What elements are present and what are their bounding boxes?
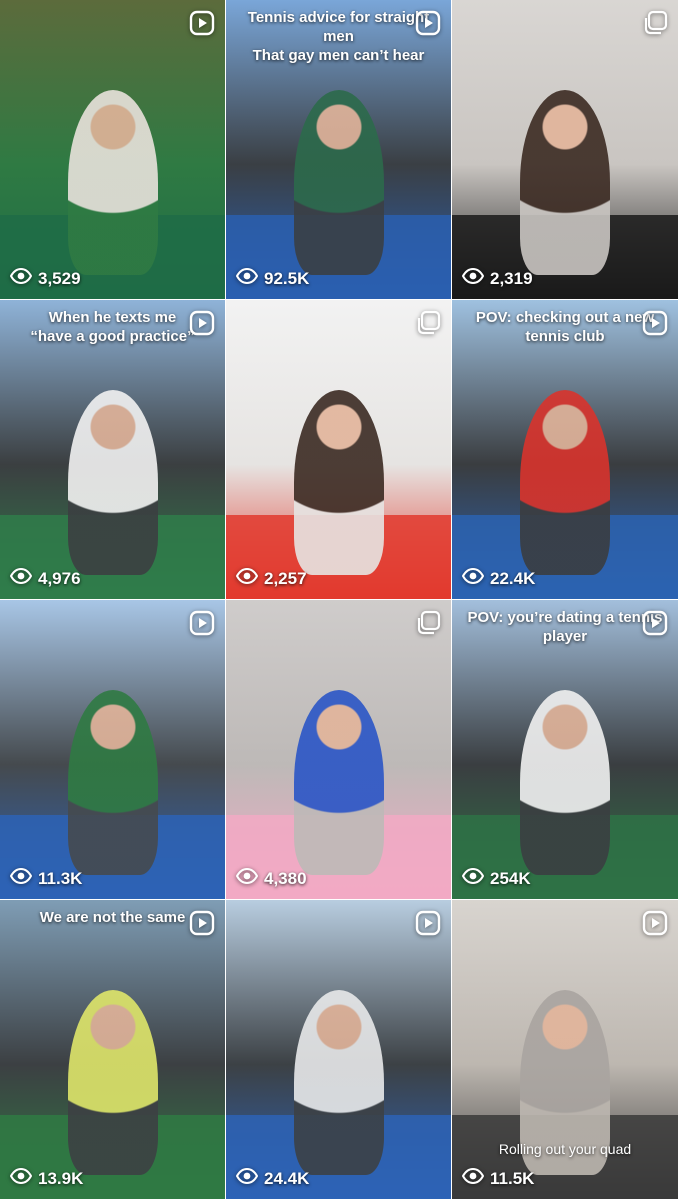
post-tile[interactable]: POV: you’re dating a tennis player 254K	[452, 600, 678, 899]
post-tile[interactable]: When he texts me “have a good practice” 4…	[0, 300, 225, 599]
view-count-label: 13.9K	[38, 1168, 84, 1188]
play-icon	[189, 10, 215, 36]
view-count-label: 11.5K	[490, 1168, 535, 1188]
view-count-label: 11.3K	[38, 868, 83, 888]
post-tile[interactable]: We are not the same 13.9K	[0, 900, 225, 1199]
play-icon	[189, 610, 215, 636]
view-count-label: 22.4K	[490, 568, 536, 588]
post-caption-overlay: When he texts me “have a good practice”	[30, 309, 195, 345]
eye-icon	[9, 267, 33, 289]
play-icon	[189, 310, 215, 336]
thumbnail-subject	[519, 389, 611, 576]
carousel-icon	[415, 610, 441, 636]
post-tile[interactable]: 2,319	[452, 0, 678, 299]
carousel-icon	[642, 10, 668, 36]
thumbnail-subject	[519, 689, 611, 876]
view-count-label: 4,380	[264, 868, 307, 888]
thumbnail-subject	[293, 689, 384, 876]
post-caption-overlay: POV: checking out a new tennis club	[475, 309, 655, 345]
view-count-label: 254K	[490, 868, 531, 888]
thumbnail-subject	[67, 89, 158, 276]
post-tile[interactable]: 24.4K	[226, 900, 451, 1199]
eye-icon	[235, 567, 259, 589]
post-caption-overlay: Rolling out your quad	[498, 1141, 632, 1157]
play-icon	[415, 10, 441, 36]
eye-icon	[461, 867, 485, 889]
thumbnail-subject	[293, 989, 384, 1176]
post-caption-overlay: POV: you’re dating a tennis player	[467, 609, 663, 645]
view-count: 4,380	[235, 867, 307, 889]
carousel-icon	[415, 310, 441, 336]
eye-icon	[9, 1167, 33, 1189]
thumbnail-subject	[67, 989, 158, 1176]
view-count: 2,257	[235, 567, 307, 589]
view-count-label: 4,976	[38, 568, 81, 588]
play-icon	[642, 610, 668, 636]
view-count-label: 24.4K	[264, 1168, 310, 1188]
view-count: 11.5K	[461, 1167, 535, 1189]
eye-icon	[9, 867, 33, 889]
eye-icon	[235, 867, 259, 889]
thumbnail-subject	[67, 689, 158, 876]
view-count: 24.4K	[235, 1167, 310, 1189]
post-tile[interactable]: Tennis advice for straight men That gay …	[226, 0, 451, 299]
view-count-label: 92.5K	[264, 268, 310, 288]
post-tile[interactable]: Rolling out your quad 11.5K	[452, 900, 678, 1199]
view-count-label: 2,257	[264, 568, 307, 588]
eye-icon	[461, 267, 485, 289]
post-tile[interactable]: 11.3K	[0, 600, 225, 899]
thumbnail-subject	[67, 389, 158, 576]
view-count: 92.5K	[235, 267, 310, 289]
post-caption-overlay: Tennis advice for straight men That gay …	[247, 9, 430, 64]
post-tile[interactable]: 3,529	[0, 0, 225, 299]
view-count-label: 3,529	[38, 268, 81, 288]
view-count: 254K	[461, 867, 531, 889]
post-tile[interactable]: POV: checking out a new tennis club 22.4K	[452, 300, 678, 599]
eye-icon	[461, 567, 485, 589]
thumbnail-subject	[293, 389, 384, 576]
eye-icon	[235, 1167, 259, 1189]
eye-icon	[235, 267, 259, 289]
post-tile[interactable]: 2,257	[226, 300, 451, 599]
view-count: 3,529	[9, 267, 81, 289]
post-tile[interactable]: 4,380	[226, 600, 451, 899]
thumbnail-subject	[293, 89, 384, 276]
view-count: 11.3K	[9, 867, 83, 889]
view-count: 2,319	[461, 267, 533, 289]
view-count-label: 2,319	[490, 268, 533, 288]
post-caption-overlay: We are not the same	[39, 909, 186, 926]
view-count: 4,976	[9, 567, 81, 589]
play-icon	[642, 310, 668, 336]
view-count: 22.4K	[461, 567, 536, 589]
play-icon	[415, 910, 441, 936]
profile-posts-grid: 3,529 Tennis advice for straight men That…	[0, 0, 678, 1200]
play-icon	[189, 910, 215, 936]
play-icon	[642, 910, 668, 936]
eye-icon	[461, 1167, 485, 1189]
view-count: 13.9K	[9, 1167, 84, 1189]
eye-icon	[9, 567, 33, 589]
thumbnail-subject	[519, 89, 611, 276]
